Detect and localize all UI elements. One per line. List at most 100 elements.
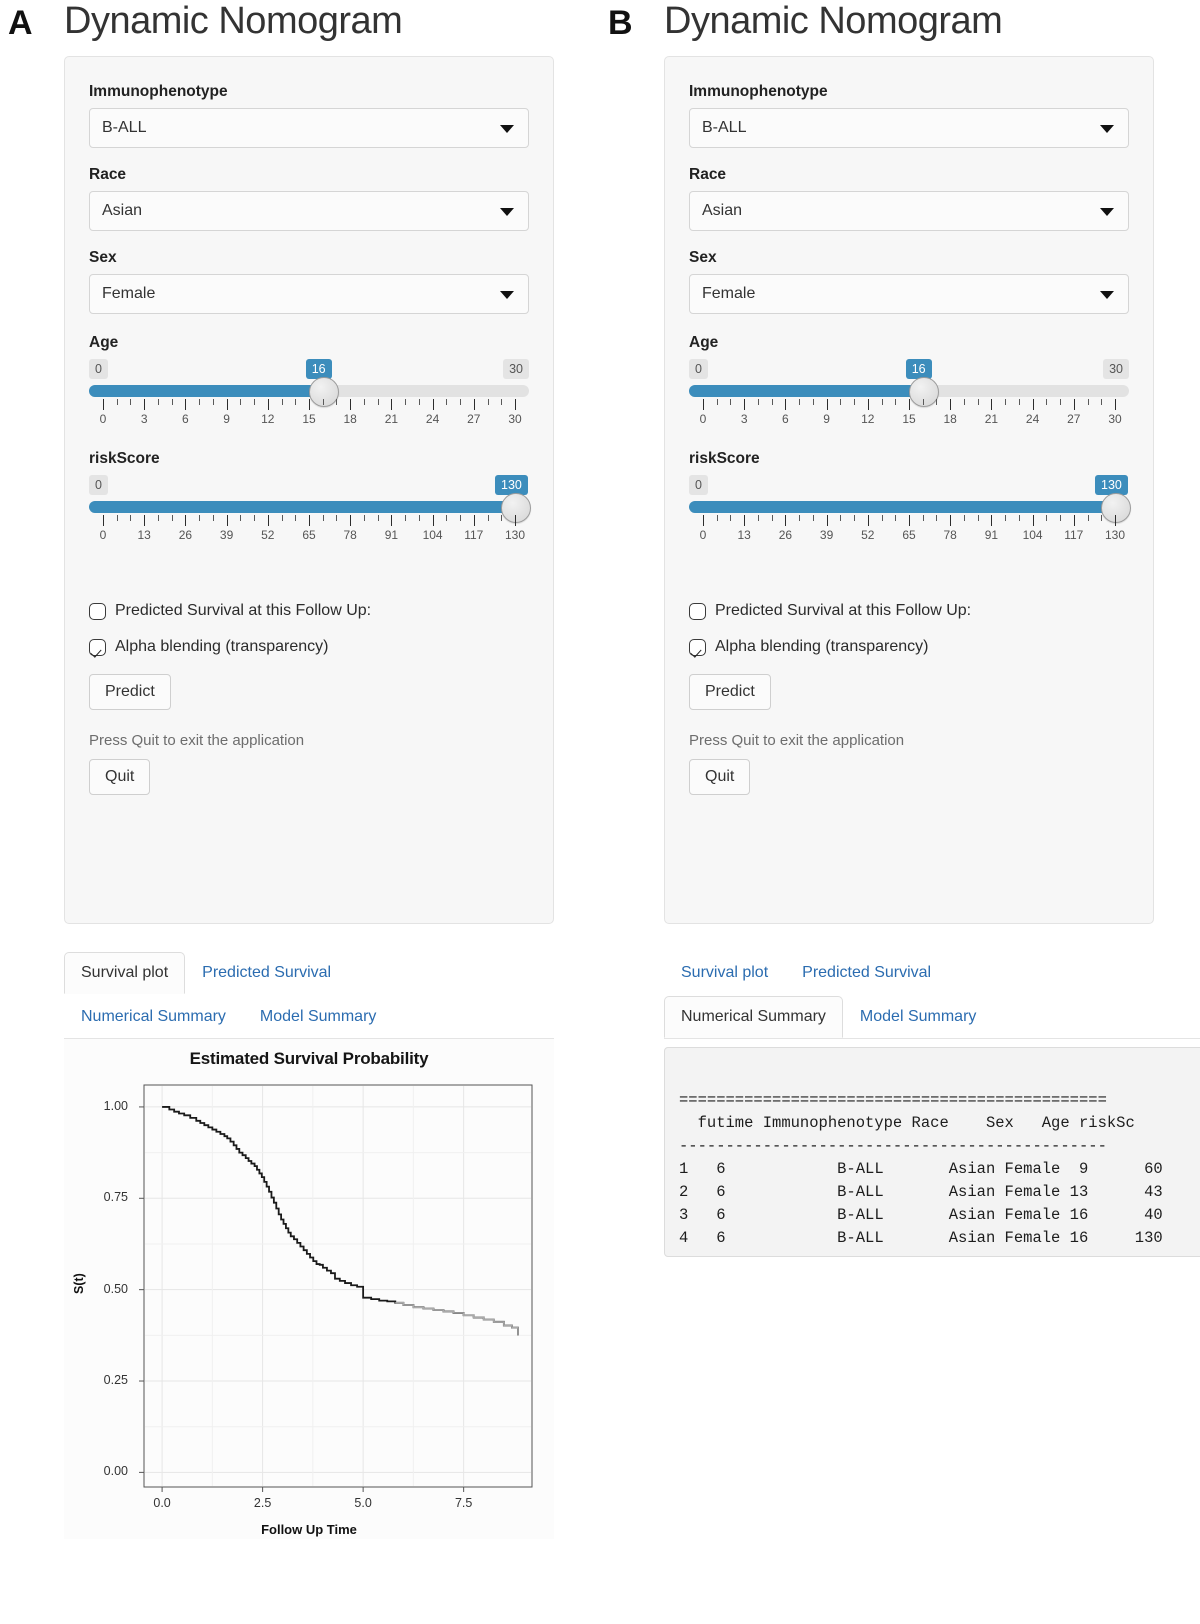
slider-tick-minor	[199, 515, 200, 521]
slider-value-age-b: 16	[906, 359, 932, 379]
slider-tick-major	[103, 399, 104, 410]
slider-tick-minor	[295, 399, 296, 405]
slider-ticks-riskscore-b	[689, 515, 1129, 527]
slider-riskscore: riskScore 0 130 013263952657891104117130	[89, 450, 529, 544]
slider-tick-label: 26	[179, 528, 192, 542]
slider-tick-label: 12	[861, 412, 874, 426]
tab-predicted-survival[interactable]: Predicted Survival	[185, 952, 348, 994]
slider-tick-minor	[1088, 399, 1089, 405]
select-race-b[interactable]: Asian	[689, 191, 1129, 231]
slider-track-age-b[interactable]	[689, 385, 1129, 397]
tab-survival-plot-b[interactable]: Survival plot	[664, 952, 785, 994]
slider-tick-minor	[282, 399, 283, 405]
plot-ytick-label: 0.00	[86, 1464, 128, 1478]
chevron-down-icon	[1100, 291, 1114, 299]
select-value-race-b: Asian	[702, 202, 742, 220]
checkbox-row-alpha-blending-b[interactable]: Alpha blending (transparency)	[689, 638, 1129, 656]
checkbox-row-predicted-survival-b[interactable]: Predicted Survival at this Follow Up:	[689, 602, 1129, 620]
checkbox-row-predicted-survival[interactable]: Predicted Survival at this Follow Up:	[89, 602, 529, 620]
slider-tick-label: 104	[1023, 528, 1043, 542]
tab-survival-plot[interactable]: Survival plot	[64, 952, 185, 994]
slider-tick-minor	[978, 515, 979, 521]
slider-tick-minor	[336, 399, 337, 405]
slider-tick-major	[268, 515, 269, 526]
quit-button[interactable]: Quit	[89, 759, 150, 795]
slider-tick-minor	[882, 515, 883, 521]
slider-bubbles-riskscore-b: 0 130	[689, 475, 1129, 497]
slider-ticks-riskscore	[89, 515, 529, 527]
slider-value-riskscore-b: 130	[1095, 475, 1128, 495]
slider-track-age[interactable]	[89, 385, 529, 397]
slider-tick-minor	[758, 399, 759, 405]
slider-tick-minor	[1046, 515, 1047, 521]
select-immunophenotype[interactable]: B-ALL	[89, 108, 529, 148]
slider-tick-major	[350, 515, 351, 526]
slider-tick-major	[103, 515, 104, 526]
select-sex-b[interactable]: Female	[689, 274, 1129, 314]
slider-tick-minor	[936, 399, 937, 405]
slider-tick-labels-riskscore-b: 013263952657891104117130	[689, 528, 1129, 544]
slider-tick-label: 9	[823, 412, 830, 426]
tab-numerical-summary[interactable]: Numerical Summary	[64, 996, 243, 1038]
select-value-sex-b: Female	[702, 285, 755, 303]
checkbox-predicted-survival-b[interactable]	[689, 603, 706, 620]
summary-mid-rule: ----------------------------------------…	[679, 1137, 1107, 1155]
slider-ticks-age-b	[689, 399, 1129, 411]
slider-tick-minor	[405, 399, 406, 405]
checkbox-row-alpha-blending[interactable]: Alpha blending (transparency)	[89, 638, 529, 656]
tab-numerical-summary-b[interactable]: Numerical Summary	[664, 996, 843, 1038]
slider-tick-minor	[813, 515, 814, 521]
slider-label-riskscore: riskScore	[89, 450, 529, 468]
slider-tick-label: 15	[302, 412, 315, 426]
chevron-down-icon	[1100, 208, 1114, 216]
select-immunophenotype-b[interactable]: B-ALL	[689, 108, 1129, 148]
checkbox-label-predicted-survival-b: Predicted Survival at this Follow Up:	[715, 602, 971, 620]
slider-tick-minor	[840, 515, 841, 521]
checkbox-alpha-blending[interactable]	[89, 639, 106, 656]
slider-tick-minor	[717, 399, 718, 405]
tab-predicted-survival-b[interactable]: Predicted Survival	[785, 952, 948, 994]
select-race[interactable]: Asian	[89, 191, 529, 231]
slider-fill-riskscore-b	[689, 501, 1115, 513]
slider-tick-major	[991, 399, 992, 410]
slider-tick-minor	[895, 515, 896, 521]
slider-value-age: 16	[306, 359, 332, 379]
slider-tick-label: 52	[261, 528, 274, 542]
slider-tick-minor	[978, 399, 979, 405]
slider-min-riskscore-b: 0	[689, 475, 708, 495]
checkbox-alpha-blending-b[interactable]	[689, 639, 706, 656]
select-sex[interactable]: Female	[89, 274, 529, 314]
quit-button-b[interactable]: Quit	[689, 759, 750, 795]
slider-tick-labels-riskscore: 013263952657891104117130	[89, 528, 529, 544]
slider-tick-minor	[199, 399, 200, 405]
slider-tick-major	[227, 515, 228, 526]
slider-tick-label: 15	[902, 412, 915, 426]
table-row: 2 6 B-ALL Asian Female 13 43	[679, 1183, 1163, 1201]
slider-tick-major	[515, 515, 516, 526]
slider-value-riskscore: 130	[495, 475, 528, 495]
predict-button[interactable]: Predict	[89, 674, 171, 710]
select-value-immunophenotype-b: B-ALL	[702, 119, 746, 137]
slider-tick-label: 24	[1026, 412, 1039, 426]
slider-tick-minor	[1088, 515, 1089, 521]
plot-title: Estimated Survival Probability	[64, 1039, 554, 1069]
tab-model-summary-b[interactable]: Model Summary	[843, 996, 993, 1038]
slider-tick-minor	[813, 399, 814, 405]
slider-tick-major	[474, 515, 475, 526]
slider-tick-minor	[854, 515, 855, 521]
slider-tick-major	[515, 399, 516, 410]
predict-button-b[interactable]: Predict	[689, 674, 771, 710]
slider-track-riskscore-b[interactable]	[689, 501, 1129, 513]
tab-model-summary[interactable]: Model Summary	[243, 996, 393, 1038]
slider-age: Age 0 16 30 036912151821242730	[89, 334, 529, 428]
checkbox-predicted-survival[interactable]	[89, 603, 106, 620]
slider-tick-label: 13	[738, 528, 751, 542]
slider-tick-minor	[240, 399, 241, 405]
field-immunophenotype-b: Immunophenotype B-ALL	[689, 83, 1129, 148]
slider-track-riskscore[interactable]	[89, 501, 529, 513]
slider-tick-minor	[488, 399, 489, 405]
slider-tick-major	[433, 399, 434, 410]
slider-tick-minor	[1060, 399, 1061, 405]
field-sex: Sex Female	[89, 249, 529, 314]
slider-tick-major	[309, 399, 310, 410]
